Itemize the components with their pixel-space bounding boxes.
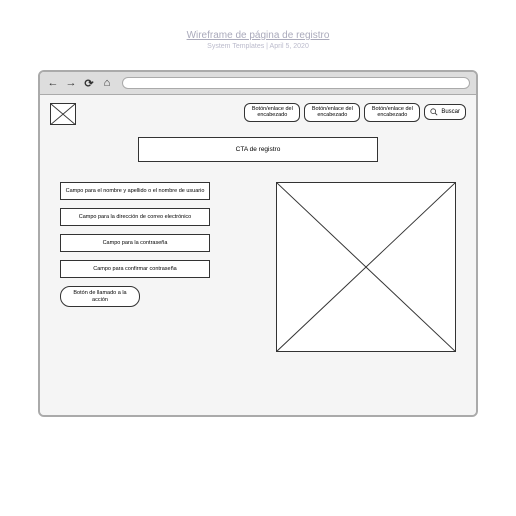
url-bar[interactable] <box>122 77 470 89</box>
search-input[interactable]: Buscar <box>424 104 466 120</box>
search-icon <box>430 108 438 116</box>
back-icon[interactable]: ← <box>46 76 60 90</box>
search-label: Buscar <box>441 109 460 115</box>
image-placeholder <box>276 182 456 352</box>
header-link[interactable]: Botón/enlace del encabezado <box>244 103 300 122</box>
header-row: Botón/enlace del encabezado Botón/enlace… <box>50 103 466 125</box>
home-icon[interactable]: ⌂ <box>100 76 114 90</box>
doc-title: Wireframe de página de registro <box>187 30 330 41</box>
browser-window: ← → ⟳ ⌂ Botón/enlace del encabezado Botó… <box>38 70 478 417</box>
email-field[interactable]: Campo para la dirección de correo electr… <box>60 208 210 226</box>
header-link[interactable]: Botón/enlace del encabezado <box>364 103 420 122</box>
header-link[interactable]: Botón/enlace del encabezado <box>304 103 360 122</box>
browser-toolbar: ← → ⟳ ⌂ <box>40 72 476 95</box>
confirm-password-field[interactable]: Campo para confirmar contraseña <box>60 260 210 278</box>
forward-icon[interactable]: → <box>64 76 78 90</box>
header-right: Botón/enlace del encabezado Botón/enlace… <box>244 103 466 122</box>
submit-button[interactable]: Botón de llamado a la acción <box>60 286 140 307</box>
form-column: Campo para el nombre y apellido o el nom… <box>60 182 210 352</box>
content-row: Campo para el nombre y apellido o el nom… <box>50 182 466 352</box>
reload-icon[interactable]: ⟳ <box>82 76 96 90</box>
cta-banner: CTA de registro <box>138 137 378 162</box>
doc-meta: System Templates | April 5, 2020 <box>207 43 309 50</box>
page-content: Botón/enlace del encabezado Botón/enlace… <box>40 95 476 415</box>
logo-placeholder <box>50 103 76 125</box>
password-field[interactable]: Campo para la contraseña <box>60 234 210 252</box>
name-field[interactable]: Campo para el nombre y apellido o el nom… <box>60 182 210 200</box>
